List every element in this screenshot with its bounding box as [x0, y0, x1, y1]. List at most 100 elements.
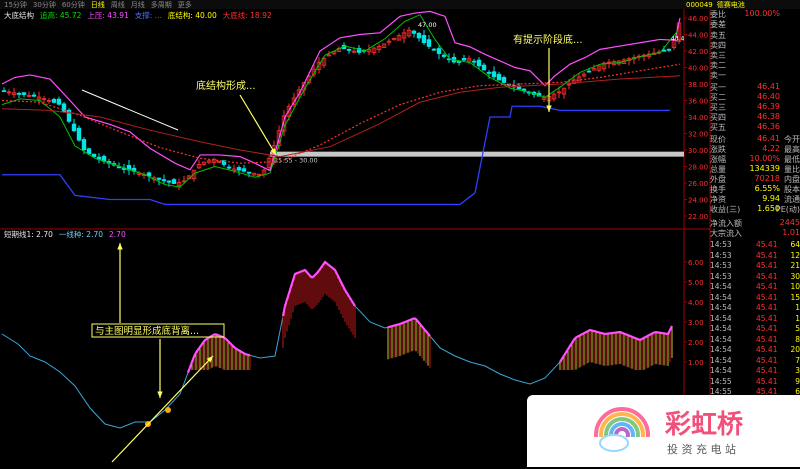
tick-volume: 64: [790, 240, 800, 249]
tick-price: 45.41: [756, 313, 778, 323]
candle-body: [246, 171, 252, 174]
watermark-subtitle: 投 资 充 电 站: [667, 442, 736, 456]
peak-label: 47.00: [418, 21, 437, 29]
quote-row: 外盘 70218 内盘: [710, 174, 800, 184]
candle-body: [496, 73, 502, 81]
price-tick-label: 42.00: [688, 48, 708, 56]
tick-row: 14:53 45.41 64: [710, 240, 800, 251]
candle-body: [161, 179, 167, 182]
candle-body: [86, 148, 92, 155]
price-tick-label: 40.00: [688, 65, 708, 73]
candle-body: [91, 153, 97, 157]
quote-row: 卖二: [710, 60, 800, 70]
arrow-head: [157, 391, 163, 398]
candle-body: [661, 49, 667, 52]
tick-row: 14:53 45.41 12: [710, 251, 800, 262]
candle-body: [461, 58, 467, 61]
tick-time: 14:53: [710, 240, 732, 249]
tick-time: 14:53: [710, 261, 732, 270]
tick-row: 14:53 45.41 21: [710, 261, 800, 272]
quote-label: 委差: [710, 20, 726, 29]
tick-row: 14:54 45.41 15: [710, 293, 800, 304]
price-tick-label: 24.00: [688, 197, 708, 205]
annotation-divergence: 与主图明显形成底背离...: [95, 325, 199, 337]
rainbow-logo-icon: 彩虹桥 投 资 充 电 站: [592, 407, 744, 467]
candle-body: [416, 32, 422, 39]
quote-row: 买二 46.40: [710, 92, 800, 102]
candle-body: [56, 98, 62, 105]
tick-price: 45.41: [756, 324, 778, 333]
candle-body: [431, 48, 437, 51]
watermark-title: 彩虹桥: [664, 410, 744, 440]
quote-row: 收益(三) 1.650 PE(动): [710, 204, 800, 214]
tick-time: 14:54: [710, 303, 732, 312]
tick-time: 14:54: [710, 355, 732, 365]
quote-label: 卖一: [710, 71, 726, 80]
current-price-tag: 43.4: [671, 35, 685, 42]
tick-time: 14:53: [710, 250, 732, 260]
tick-price: 45.41: [756, 261, 778, 270]
candle-body: [436, 48, 442, 54]
quote-value: 46.41: [757, 82, 780, 91]
quote-value: 10.00%: [749, 154, 780, 163]
candle-body: [411, 30, 417, 34]
signal-dot: [165, 407, 171, 413]
tick-row: 14:54 45.41 5: [710, 324, 800, 335]
price-tick-label: 22.00: [688, 213, 708, 221]
quote-row: 净流入额 2445: [710, 218, 800, 228]
price-axis: 46.00 44.00 42.00 40.00 38.00 36.00 34.00 32.00…: [684, 15, 708, 221]
tick-price: 45.41: [756, 271, 778, 281]
tick-time: 14:54: [710, 292, 732, 302]
quote-row: 换手 6.55% 股本: [710, 184, 800, 194]
candle-body: [241, 168, 247, 172]
tick-volume: 1: [795, 303, 800, 312]
sub-highlight-line: [186, 333, 251, 374]
quote-value: 100.00%: [744, 9, 780, 18]
candle-body: [166, 180, 172, 183]
tick-price: 45.41: [756, 292, 778, 302]
tick-price: 45.41: [756, 355, 778, 365]
quote-value: 2445: [779, 218, 800, 227]
quote-row: 买一 46.41: [710, 82, 800, 92]
tick-time: 14:54: [710, 334, 732, 344]
price-band: 25.55 - 30.00: [270, 151, 684, 164]
annotation-arrow: [111, 355, 214, 463]
quote-row: 买四 46.38: [710, 112, 800, 122]
quote-row: 净资 9.94 流通: [710, 194, 800, 204]
candle-body: [51, 99, 57, 103]
candle-body: [1, 90, 7, 93]
candle-body: [666, 48, 672, 51]
candle-body: [486, 71, 492, 74]
tick-volume: 8: [795, 334, 800, 344]
candle-body: [586, 70, 592, 73]
tick-time: 14:53: [710, 271, 732, 281]
quote-row: 现价 46.41 今开: [710, 134, 800, 144]
tick-volume: 10: [790, 282, 800, 291]
tick-volume: 21: [790, 261, 800, 270]
tick-volume: 15: [790, 292, 800, 302]
candle-body: [216, 161, 222, 163]
tick-volume: 20: [790, 345, 800, 354]
quote-value: 46.38: [757, 112, 780, 121]
tick-price: 45.41: [756, 250, 778, 260]
quote-row: 委差: [710, 19, 800, 29]
tick-row: 14:55 45.41 9: [710, 377, 800, 388]
candle-body: [441, 54, 447, 57]
quote-label: 大宗流入: [710, 229, 742, 238]
quote-value: 70218: [754, 174, 780, 183]
price-tick-label: 46.00: [688, 15, 708, 23]
candle-body: [481, 64, 487, 71]
band-rect: [270, 151, 684, 157]
price-tick-label: 32.00: [688, 131, 708, 139]
candle-body: [76, 127, 82, 141]
quote-row: 涨幅 10.00% 最低: [710, 154, 800, 164]
candle-body: [81, 139, 87, 151]
price-tick-label: 38.00: [688, 81, 708, 89]
quote-row: 卖三: [710, 50, 800, 60]
tick-price: 45.41: [756, 376, 778, 386]
sub-axis: 6.00 5.00 4.00 3.00 2.00 1.00: [684, 259, 704, 367]
tick-price: 45.41: [756, 334, 778, 344]
tick-row: 14:54 45.41 8: [710, 335, 800, 346]
candle-body: [71, 123, 77, 132]
sub-tick-label: 4.00: [688, 299, 704, 307]
